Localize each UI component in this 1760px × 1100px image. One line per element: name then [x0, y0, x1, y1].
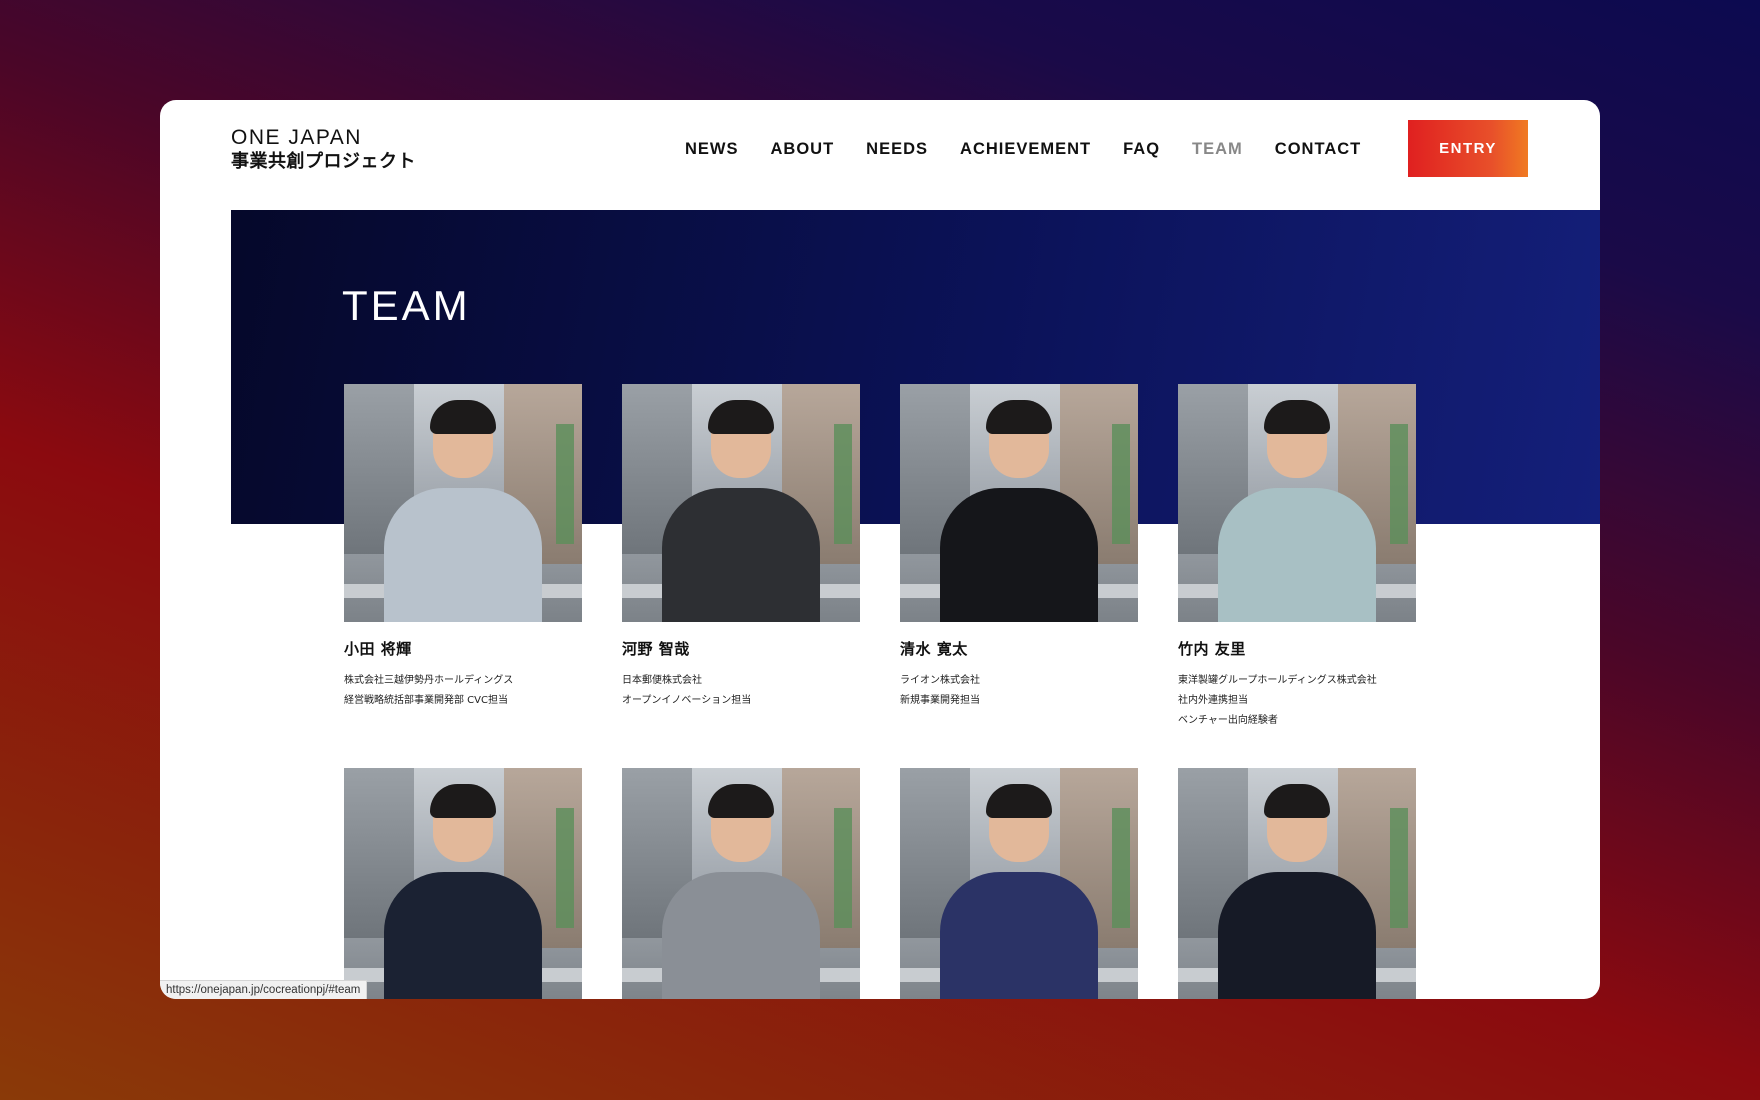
team-member-card: 河野 智哉日本郵便株式会社オープンイノベーション担当 — [622, 384, 860, 711]
member-name: 河野 智哉 — [622, 640, 690, 658]
member-name: 竹内 友里 — [1178, 640, 1246, 658]
nav-needs[interactable]: NEEDS — [866, 138, 928, 160]
affiliation-line: 経営戦略統括部事業開発部 CVC担当 — [344, 695, 508, 706]
site-logo[interactable]: ONE JAPAN 事業共創プロジェクト — [231, 126, 416, 174]
affiliation-line: オープンイノベーション担当 — [622, 695, 752, 706]
member-photo — [344, 768, 582, 999]
main-nav: NEWS ABOUT NEEDS ACHIEVEMENT FAQ TEAM CO… — [685, 138, 1361, 160]
nav-faq[interactable]: FAQ — [1123, 138, 1160, 160]
affiliation-line: 東洋製罐グループホールディングス株式会社 — [1178, 675, 1377, 686]
member-name: 清水 寛太 — [900, 640, 968, 658]
team-member-card — [344, 768, 582, 999]
member-affiliation: 日本郵便株式会社オープンイノベーション担当 — [622, 671, 860, 711]
entry-button[interactable]: ENTRY — [1408, 120, 1528, 177]
affiliation-line: ライオン株式会社 — [900, 675, 980, 686]
team-member-card: 竹内 友里東洋製罐グループホールディングス株式会社 社内外連携担当ベンチャー出向経… — [1178, 384, 1416, 731]
affiliation-line: 株式会社三越伊勢丹ホールディングス — [344, 675, 514, 686]
member-affiliation: 東洋製罐グループホールディングス株式会社 社内外連携担当ベンチャー出向経験者 — [1178, 671, 1416, 731]
member-affiliation: ライオン株式会社 新規事業開発担当 — [900, 671, 1138, 711]
member-photo — [344, 384, 582, 622]
affiliation-line: 新規事業開発担当 — [900, 695, 980, 706]
team-member-card: 清水 寛太ライオン株式会社 新規事業開発担当 — [900, 384, 1138, 711]
member-photo — [900, 768, 1138, 999]
nav-contact[interactable]: CONTACT — [1275, 138, 1361, 160]
affiliation-line: 社内外連携担当 — [1178, 695, 1248, 706]
logo-text-en: ONE JAPAN — [231, 126, 362, 149]
nav-team[interactable]: TEAM — [1192, 138, 1243, 160]
member-photo — [622, 768, 860, 999]
nav-news[interactable]: NEWS — [685, 138, 739, 160]
page-title: TEAM — [342, 282, 471, 329]
team-member-card — [900, 768, 1138, 999]
affiliation-line: ベンチャー出向経験者 — [1178, 715, 1278, 726]
member-affiliation: 株式会社三越伊勢丹ホールディングス 経営戦略統括部事業開発部 CVC担当 — [344, 671, 582, 711]
member-photo — [900, 384, 1138, 622]
affiliation-line: 日本郵便株式会社 — [622, 675, 702, 686]
browser-window: ONE JAPAN 事業共創プロジェクト NEWS ABOUT NEEDS AC… — [160, 100, 1600, 999]
member-photo — [1178, 768, 1416, 999]
nav-achievement[interactable]: ACHIEVEMENT — [960, 138, 1091, 160]
member-photo — [622, 384, 860, 622]
member-photo — [1178, 384, 1416, 622]
member-name: 小田 将輝 — [344, 640, 412, 658]
status-bar-url: https://onejapan.jp/cocreationpj/#team — [160, 980, 368, 999]
site-header: ONE JAPAN 事業共創プロジェクト NEWS ABOUT NEEDS AC… — [160, 100, 1600, 210]
logo-text-jp: 事業共創プロジェクト — [231, 151, 416, 172]
team-member-card — [1178, 768, 1416, 999]
team-member-card: 小田 将輝株式会社三越伊勢丹ホールディングス 経営戦略統括部事業開発部 CVC担当 — [344, 384, 582, 711]
team-member-card — [622, 768, 860, 999]
nav-about[interactable]: ABOUT — [771, 138, 835, 160]
